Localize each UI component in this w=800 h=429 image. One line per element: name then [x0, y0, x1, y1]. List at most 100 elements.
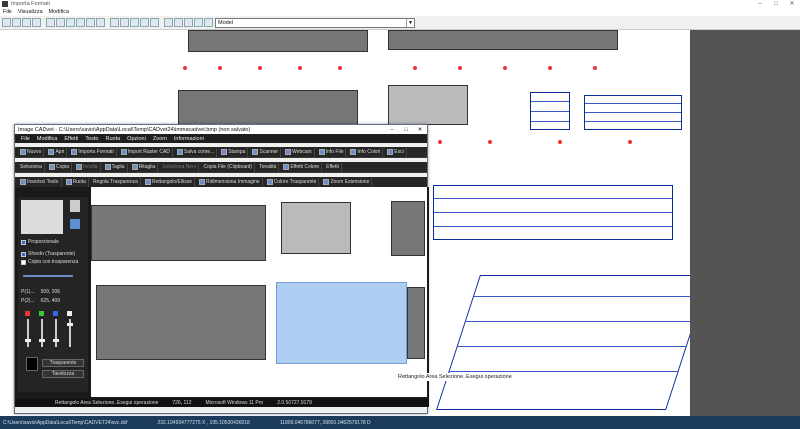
copia-file-button[interactable]: Copia File (Clipboard)	[201, 162, 256, 172]
info-file-button[interactable]: Info File	[317, 147, 347, 157]
alpha-slider[interactable]	[67, 319, 73, 347]
select-icon[interactable]	[140, 18, 149, 27]
selection-rectangle[interactable]	[276, 282, 407, 364]
wmenu-opzioni[interactable]: Opzioni	[127, 136, 146, 142]
status-coords: 232.194934777275 X , 195.10530436018	[157, 419, 250, 426]
rettangolo-ellisse-button[interactable]: Rettangolo/Ellisse	[143, 177, 195, 187]
rotate-icon[interactable]	[150, 18, 159, 27]
regola-trasparenza-button[interactable]: Regola Trasparenza	[91, 177, 141, 187]
maximize-button[interactable]: □	[768, 0, 784, 8]
canvas-building-b	[96, 285, 266, 360]
wmenu-file[interactable]: File	[21, 136, 30, 142]
importa-formati-button[interactable]: Importa Formati	[69, 147, 117, 157]
image-icon[interactable]	[174, 18, 183, 27]
clipboard-icon[interactable]	[70, 200, 80, 212]
exit-icon[interactable]	[204, 18, 213, 27]
preview-box	[21, 200, 63, 234]
window-status-coords: 726, 112	[172, 400, 192, 406]
cube-icon[interactable]	[70, 219, 80, 229]
ritaglia-button[interactable]: Ritaglia	[130, 162, 159, 172]
layout-select[interactable]: Model ▼	[215, 18, 415, 28]
green-slider[interactable]	[39, 319, 45, 347]
close-button[interactable]: ✕	[784, 0, 800, 8]
window-close-button[interactable]: ✕	[413, 127, 427, 133]
ruota-button[interactable]: Ruota	[64, 177, 89, 187]
webcam-button[interactable]: Webcam	[283, 147, 315, 157]
apri-button[interactable]: Apri	[46, 147, 68, 157]
open-icon[interactable]	[2, 18, 11, 27]
tonalita-button[interactable]: Tonalità	[257, 162, 280, 172]
help-icon[interactable]	[194, 18, 203, 27]
effetti-colore-button[interactable]: Effetti Colore	[281, 162, 323, 172]
incolla-button[interactable]: Incolla	[74, 162, 101, 172]
zoom-window-icon[interactable]	[66, 18, 75, 27]
tavolozza-button[interactable]: Tavolozza	[42, 370, 84, 378]
section-drawing-blue-a	[530, 92, 570, 130]
effetti-button[interactable]: Effetti	[324, 162, 342, 172]
menu-file[interactable]: File	[3, 9, 12, 15]
colore-trasparente-button[interactable]: Colore Trasparente	[265, 177, 320, 187]
import-raster-button[interactable]: Import Raster CAD	[119, 147, 173, 157]
image-canvas[interactable]	[91, 187, 427, 397]
salva-come-button[interactable]: Salva come...	[175, 147, 218, 157]
inserisci-testo-button[interactable]: Inserisci Testo	[18, 177, 62, 187]
wmenu-ruota[interactable]: Ruota	[105, 136, 120, 142]
stampa-button[interactable]: Stampa	[219, 147, 249, 157]
window-minimize-button[interactable]: –	[385, 127, 399, 133]
window-status-bar: Rettangolo Area Selezione..Esegui operaz…	[15, 399, 429, 407]
copy-icon[interactable]	[32, 18, 41, 27]
measure-icon[interactable]	[130, 18, 139, 27]
pan-icon[interactable]	[86, 18, 95, 27]
copia-button[interactable]: Copia	[47, 162, 73, 172]
section-drawing-blue-b	[584, 95, 682, 130]
raster-icon	[120, 149, 127, 155]
building-elevation-a	[178, 90, 358, 125]
proporzionale-checkbox[interactable]: Proporzionale	[21, 239, 88, 245]
window-status-text: Rettangolo Area Selezione..Esegui operaz…	[55, 400, 159, 406]
info-colori-button[interactable]: Info Colori	[348, 147, 384, 157]
ridimensiona-button[interactable]: Ridimensiona Immagine	[197, 177, 263, 187]
resize-icon	[199, 179, 205, 185]
transparency-slider[interactable]	[23, 275, 73, 277]
wmenu-modifica[interactable]: Modifica	[37, 136, 57, 142]
chevron-down-icon: ▼	[406, 19, 414, 27]
wmenu-informazioni[interactable]: Informazioni	[174, 136, 204, 142]
grid-icon[interactable]	[120, 18, 129, 27]
menu-visualizza[interactable]: Visualizza	[18, 9, 43, 15]
seleziona-button[interactable]: Seleziona	[18, 162, 45, 172]
info-icon[interactable]	[184, 18, 193, 27]
copia-trasparenza-checkbox[interactable]: Copia con trasparenza	[21, 259, 88, 265]
red-slider[interactable]	[25, 319, 31, 347]
color-preview	[26, 357, 38, 371]
sfondo-checkbox[interactable]: Sfondo (Trasparente)	[21, 251, 88, 257]
window-title: Image CADvet - C:\Users\savio\AppData\Lo…	[18, 126, 251, 133]
taglia-button[interactable]: Taglia	[103, 162, 128, 172]
minimize-button[interactable]: –	[752, 0, 768, 8]
zoom-extents-icon[interactable]	[76, 18, 85, 27]
scanner-button[interactable]: Scanner	[250, 147, 282, 157]
esci-button[interactable]: Esci	[385, 147, 407, 157]
window-maximize-button[interactable]: □	[399, 127, 413, 133]
wmenu-testo[interactable]: Testo	[85, 136, 98, 142]
trasparente-button[interactable]: Trasparente	[42, 359, 84, 367]
wmenu-effetti[interactable]: Effetti	[64, 136, 78, 142]
print-icon[interactable]	[22, 18, 31, 27]
seleziona-nero-button[interactable]: Seleziona Nero	[160, 162, 200, 172]
status-coords-2: 11809.046786077, 39091.0462579178 D	[279, 419, 371, 426]
status-bar: C:\Users\savio\AppData\Local\Temp\CADVET…	[0, 416, 800, 429]
zoom-previous-icon[interactable]	[96, 18, 105, 27]
zoom-in-icon[interactable]	[46, 18, 55, 27]
blue-slider[interactable]	[53, 319, 59, 347]
zoom-estensione-button[interactable]: Zoom Estensione	[321, 177, 373, 187]
status-path: C:\Users\savio\AppData\Local\Temp\CADVET…	[3, 419, 128, 426]
export-icon[interactable]	[164, 18, 173, 27]
layer-icon[interactable]	[110, 18, 119, 27]
zoom-out-icon[interactable]	[56, 18, 65, 27]
save-icon[interactable]	[12, 18, 21, 27]
p1-row: P(1)... 509, 206	[21, 289, 61, 295]
floor-plan-blue	[436, 275, 690, 410]
wmenu-zoom[interactable]: Zoom	[153, 136, 167, 142]
nuovo-button[interactable]: Nuovo	[18, 147, 45, 157]
menu-modifica[interactable]: Modifica	[49, 9, 69, 15]
scanner-icon	[252, 149, 259, 155]
